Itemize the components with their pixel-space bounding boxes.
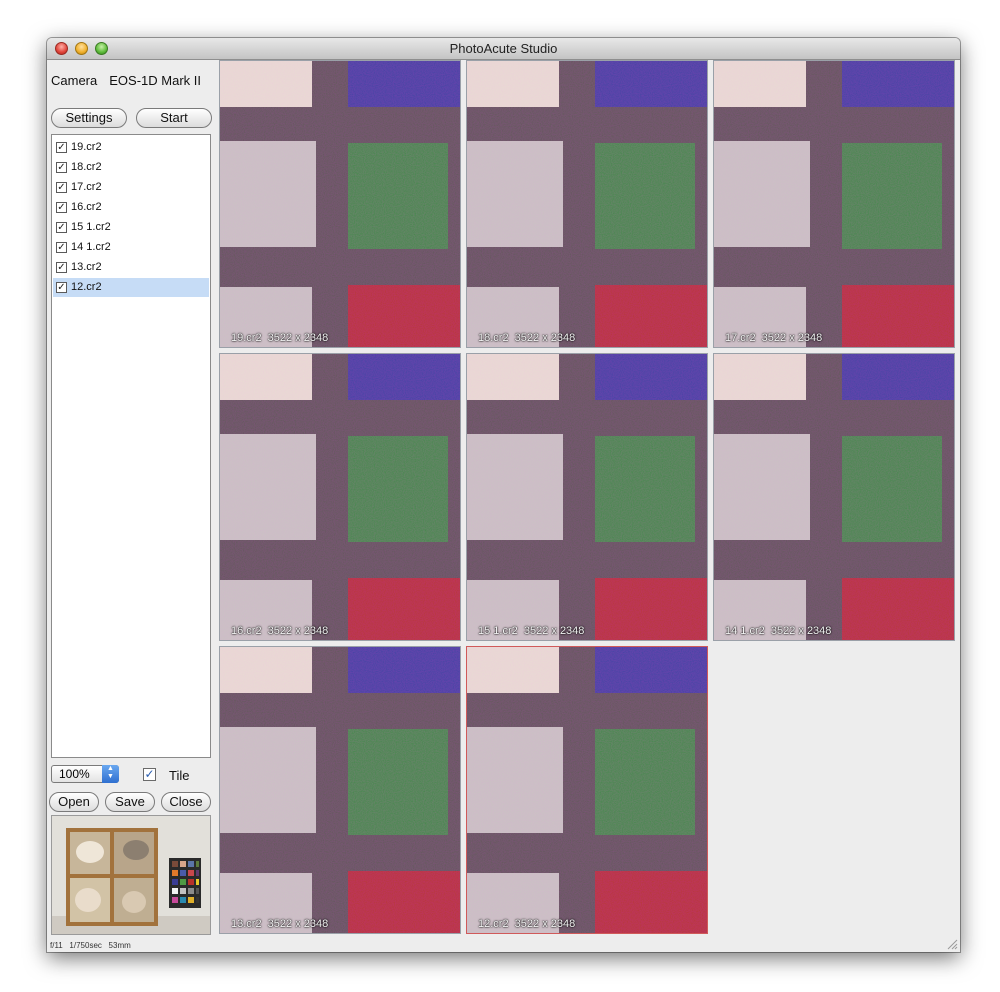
tile-image [220, 647, 460, 933]
tile-image [220, 354, 460, 640]
file-list-item[interactable]: ✓ 16.cr2 [53, 198, 209, 217]
tile-caption: 14 1.cr2 3522 x 2348 [725, 625, 832, 637]
file-name: 19.cr2 [71, 141, 102, 153]
file-list-item[interactable]: ✓ 18.cr2 [53, 158, 209, 177]
image-tile[interactable]: 18.cr2 3522 x 2348 [466, 60, 708, 348]
file-checkbox[interactable]: ✓ [56, 222, 67, 233]
file-checkbox[interactable]: ✓ [56, 162, 67, 173]
tile-caption: 18.cr2 3522 x 2348 [478, 332, 576, 344]
tile-caption: 12.cr2 3522 x 2348 [478, 918, 576, 930]
tile-image [467, 354, 707, 640]
window-title: PhotoAcute Studio [449, 41, 558, 56]
file-name: 16.cr2 [71, 201, 102, 213]
exif-status: f/11 1/750sec 53mm [50, 941, 131, 950]
file-name: 14 1.cr2 [71, 241, 111, 253]
title-bar[interactable]: PhotoAcute Studio [47, 38, 960, 60]
camera-row: Camera EOS-1D Mark II [51, 73, 201, 88]
start-button[interactable]: Start [136, 108, 212, 128]
file-list[interactable]: ✓ 19.cr2 ✓ 18.cr2 ✓ 17.cr2 ✓ 16.cr2 ✓ 15 1.cr2 ✓ 14… [51, 134, 211, 758]
image-tile[interactable]: 15 1.cr2 3522 x 2348 [466, 353, 708, 641]
tile-image [467, 61, 707, 347]
image-tile[interactable]: 16.cr2 3522 x 2348 [219, 353, 461, 641]
file-name: 13.cr2 [71, 261, 102, 273]
tile-caption: 13.cr2 3522 x 2348 [231, 918, 329, 930]
sidebar: Camera EOS-1D Mark II Settings Start ✓ 19.… [47, 60, 218, 952]
tile-label: Tile [169, 768, 190, 783]
image-tile[interactable]: 13.cr2 3522 x 2348 [219, 646, 461, 934]
file-list-item[interactable]: ✓ 15 1.cr2 [53, 218, 209, 237]
file-checkbox[interactable]: ✓ [56, 282, 67, 293]
app-window: PhotoAcute Studio Camera EOS-1D Mark II S… [47, 38, 960, 952]
open-button[interactable]: Open [49, 792, 99, 812]
file-list-item[interactable]: ✓ 13.cr2 [53, 258, 209, 277]
file-checkbox[interactable]: ✓ [56, 242, 67, 253]
file-checkbox[interactable]: ✓ [56, 262, 67, 273]
file-checkbox[interactable]: ✓ [56, 202, 67, 213]
tile-image [714, 61, 954, 347]
tile-caption: 16.cr2 3522 x 2348 [231, 625, 329, 637]
zoom-select[interactable]: 100% ▲ ▼ [51, 765, 119, 783]
file-name: 18.cr2 [71, 161, 102, 173]
tile-image [714, 354, 954, 640]
close-button[interactable]: Close [161, 792, 211, 812]
settings-button[interactable]: Settings [51, 108, 127, 128]
file-checkbox[interactable]: ✓ [56, 142, 67, 153]
file-name: 17.cr2 [71, 181, 102, 193]
tile-caption: 19.cr2 3522 x 2348 [231, 332, 329, 344]
file-checkbox[interactable]: ✓ [56, 182, 67, 193]
zoom-value: 100% [59, 767, 90, 781]
tile-caption: 15 1.cr2 3522 x 2348 [478, 625, 585, 637]
tile-image [220, 61, 460, 347]
camera-label: Camera [51, 73, 98, 88]
zoom-stepper-icon[interactable]: ▲ ▼ [102, 765, 119, 783]
image-tile[interactable]: 17.cr2 3522 x 2348 [713, 60, 955, 348]
preview-thumbnail [51, 815, 211, 935]
file-list-item[interactable]: ✓ 19.cr2 [53, 138, 209, 157]
file-list-item[interactable]: ✓ 17.cr2 [53, 178, 209, 197]
tile-image [467, 647, 707, 933]
save-button[interactable]: Save [105, 792, 155, 812]
image-tile[interactable]: 19.cr2 3522 x 2348 [219, 60, 461, 348]
image-tile[interactable]: 14 1.cr2 3522 x 2348 [713, 353, 955, 641]
tile-checkbox[interactable]: ✓ [143, 768, 156, 781]
file-list-item[interactable]: ✓ 12.cr2 [53, 278, 209, 297]
image-tile[interactable]: 12.cr2 3522 x 2348 [466, 646, 708, 934]
file-name: 12.cr2 [71, 281, 102, 293]
file-list-item[interactable]: ✓ 14 1.cr2 [53, 238, 209, 257]
resize-grip-icon[interactable] [946, 938, 958, 950]
image-grid: 19.cr2 3522 x 2348 18.cr2 3522 x 2348 17.c… [219, 60, 959, 940]
camera-model: EOS-1D Mark II [109, 73, 201, 88]
tile-caption: 17.cr2 3522 x 2348 [725, 332, 823, 344]
file-name: 15 1.cr2 [71, 221, 111, 233]
preview-image [52, 816, 210, 934]
